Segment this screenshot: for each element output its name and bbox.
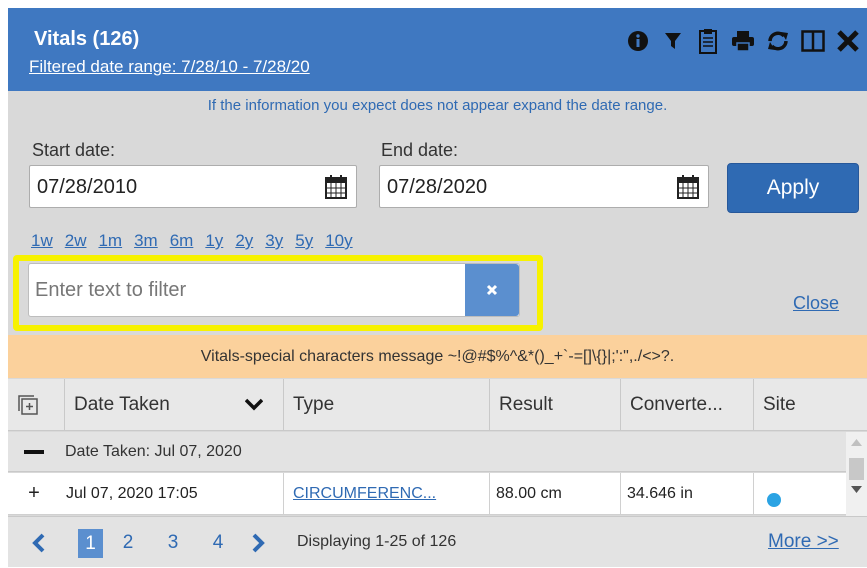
- clear-filter-button[interactable]: [465, 264, 519, 316]
- column-converted-label: Converte...: [630, 394, 723, 415]
- column-type-label: Type: [293, 394, 335, 415]
- sort-chevron-down-icon[interactable]: [245, 398, 263, 411]
- header-toolbar: [622, 24, 867, 58]
- end-date-value[interactable]: 07/28/2020: [387, 176, 487, 199]
- grid-scrollbar[interactable]: [846, 432, 867, 516]
- expand-all-icon: [18, 395, 38, 415]
- close-icon[interactable]: [832, 24, 863, 58]
- prev-page-button[interactable]: [26, 517, 52, 568]
- range-5y[interactable]: 5y: [295, 231, 313, 251]
- range-2y[interactable]: 2y: [235, 231, 253, 251]
- close-filter-link[interactable]: Close: [793, 293, 839, 314]
- scrollbar-thumb[interactable]: [849, 458, 864, 480]
- column-type[interactable]: Type: [284, 379, 490, 431]
- page-4-button[interactable]: 4: [208, 517, 228, 568]
- expand-all-button[interactable]: [8, 379, 65, 431]
- scroll-down-icon[interactable]: [851, 486, 862, 494]
- range-3y[interactable]: 3y: [265, 231, 283, 251]
- range-1y[interactable]: 1y: [205, 231, 223, 251]
- cell-site: [754, 473, 846, 515]
- site-dot-icon: [767, 492, 781, 507]
- column-result-label: Result: [499, 394, 553, 415]
- column-converted[interactable]: Converte...: [621, 379, 754, 431]
- column-site-label: Site: [763, 394, 796, 415]
- cell-converted: 34.646 in: [621, 473, 754, 515]
- special-characters-message: Vitals-special characters message ~!@#$%…: [8, 335, 867, 378]
- clear-icon: [486, 284, 498, 296]
- cell-result: 88.00 cm: [490, 473, 621, 515]
- print-icon[interactable]: [727, 24, 758, 58]
- chevron-right-icon: [252, 533, 265, 552]
- start-date-label: Start date:: [32, 140, 116, 160]
- start-date-value[interactable]: 07/28/2010: [37, 176, 137, 199]
- calendar-icon[interactable]: [677, 175, 699, 205]
- clipboard-icon[interactable]: [692, 24, 723, 58]
- column-result[interactable]: Result: [490, 379, 621, 431]
- text-filter-box: [28, 263, 520, 317]
- filtered-date-range-link[interactable]: Filtered date range: 7/28/10 - 7/28/20: [29, 57, 310, 77]
- panel-header: Vitals (126) Filtered date range: 7/28/1…: [8, 8, 867, 91]
- row-expand-button[interactable]: +: [8, 473, 60, 515]
- pagination-bar: 1 2 3 4 Displaying 1-25 of 126 More >>: [8, 516, 867, 567]
- range-3m[interactable]: 3m: [134, 231, 158, 251]
- scroll-up-icon[interactable]: [851, 438, 862, 446]
- info-icon[interactable]: [622, 24, 653, 58]
- apply-button[interactable]: Apply: [727, 163, 859, 213]
- column-date-taken[interactable]: Date Taken: [65, 379, 284, 431]
- grid-header: Date Taken Type Result Converte... Site: [8, 379, 867, 431]
- table-row[interactable]: + Jul 07, 2020 17:05 CIRCUMFERENC... 88.…: [8, 473, 846, 515]
- cell-date-taken: Jul 07, 2020 17:05: [60, 473, 284, 515]
- column-site[interactable]: Site: [754, 379, 867, 431]
- column-date-taken-label: Date Taken: [74, 394, 170, 415]
- group-label: Date Taken: Jul 07, 2020: [65, 443, 242, 460]
- collapse-group-icon[interactable]: [24, 450, 44, 454]
- displaying-count: Displaying 1-25 of 126: [297, 533, 457, 550]
- end-date-label: End date:: [381, 140, 459, 160]
- filter-icon[interactable]: [657, 24, 688, 58]
- date-range-info-message: If the information you expect does not a…: [207, 97, 668, 114]
- more-link[interactable]: More >>: [768, 531, 839, 553]
- expand-icon[interactable]: [797, 24, 828, 58]
- page-3-button[interactable]: 3: [163, 517, 183, 568]
- page-2-button[interactable]: 2: [118, 517, 138, 568]
- calendar-icon[interactable]: [325, 175, 347, 205]
- vitals-panel: Vitals (126) Filtered date range: 7/28/1…: [8, 8, 867, 567]
- end-date-field[interactable]: 07/28/2020: [379, 165, 709, 208]
- range-1m[interactable]: 1m: [98, 231, 122, 251]
- start-date-field[interactable]: 07/28/2010: [29, 165, 357, 208]
- range-2w[interactable]: 2w: [65, 231, 87, 251]
- page-1-button[interactable]: 1: [78, 529, 103, 558]
- text-filter-input[interactable]: [35, 268, 455, 313]
- range-10y[interactable]: 10y: [325, 231, 352, 251]
- cell-type-link[interactable]: CIRCUMFERENC...: [284, 473, 490, 515]
- panel-title: Vitals (126): [34, 28, 140, 50]
- range-1w[interactable]: 1w: [31, 231, 53, 251]
- next-page-button[interactable]: [246, 517, 270, 568]
- chevron-left-icon: [32, 533, 45, 552]
- group-row[interactable]: Date Taken: Jul 07, 2020: [8, 432, 846, 472]
- quick-range-links: 1w 2w 1m 3m 6m 1y 2y 3y 5y 10y: [31, 231, 365, 251]
- range-6m[interactable]: 6m: [170, 231, 194, 251]
- refresh-icon[interactable]: [762, 24, 793, 58]
